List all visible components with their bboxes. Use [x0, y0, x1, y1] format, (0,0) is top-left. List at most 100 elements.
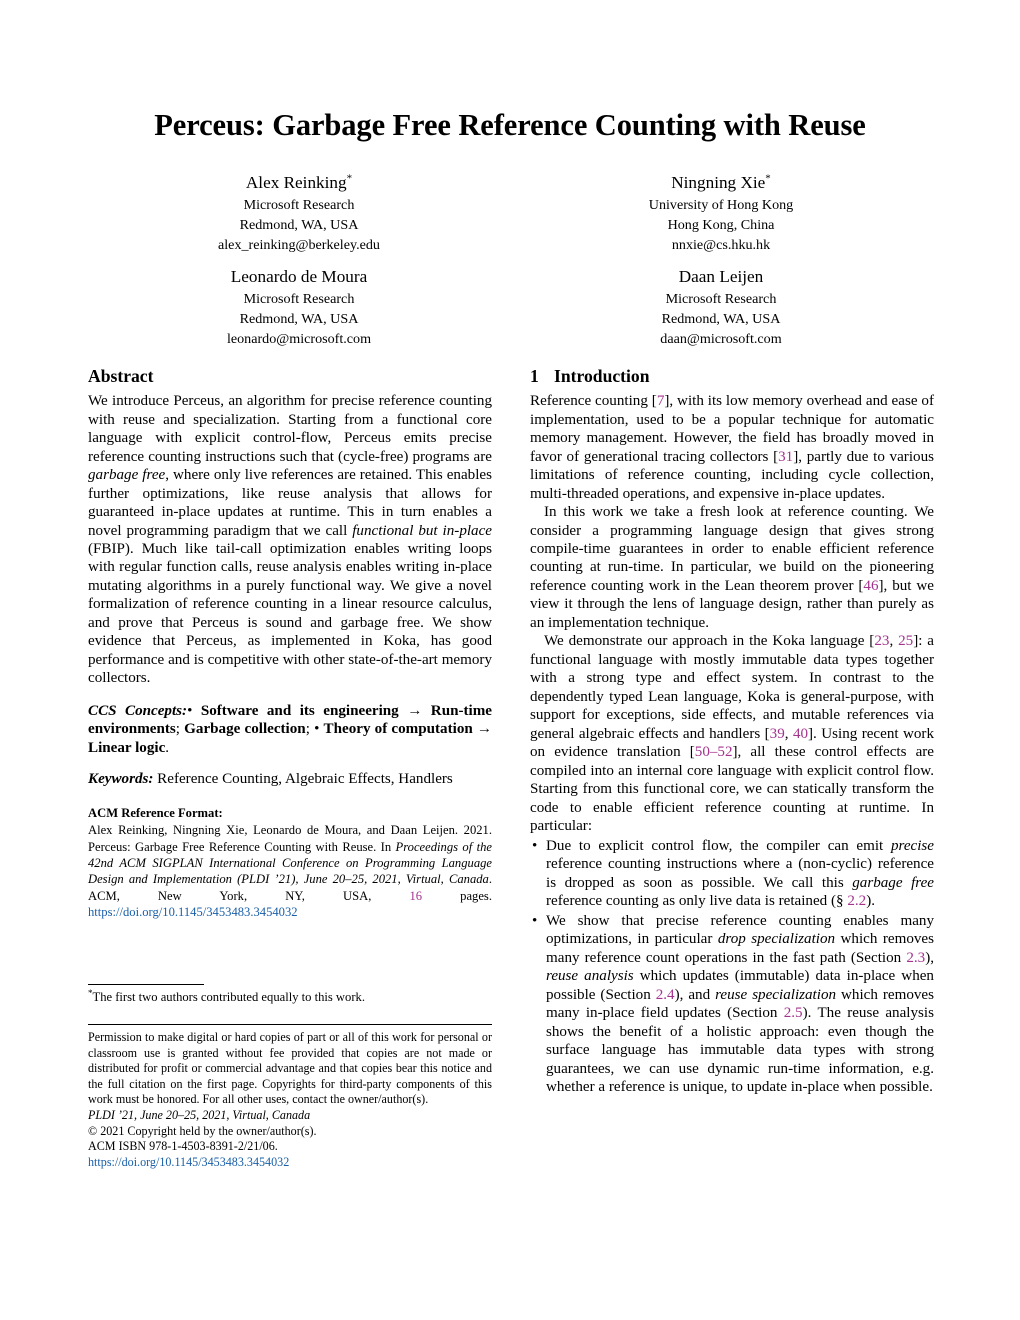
intro-paragraph-3: We demonstrate our approach in the Koka …: [530, 632, 934, 835]
abstract-text-c: (FBIP). Much like tail-call optimization…: [88, 540, 492, 687]
author-email[interactable]: leonardo@microsoft.com: [88, 329, 510, 349]
keywords: Keywords: Reference Counting, Algebraic …: [88, 770, 492, 788]
equal-contribution-footnote: *The first two authors contributed equal…: [88, 988, 492, 1005]
permission-body: Permission to make digital or hard copie…: [88, 1030, 492, 1107]
section-title: Introduction: [554, 366, 650, 386]
ccs-arrow-2: →: [472, 721, 493, 738]
author-footnote-marker: *: [765, 172, 771, 185]
list-item: We show that precise reference counting …: [530, 912, 934, 1097]
bullet2-em-drop-specialization: drop specialization: [717, 931, 836, 948]
author-email[interactable]: daan@microsoft.com: [510, 329, 932, 349]
author-name: Alex Reinking*: [88, 172, 510, 195]
permission-venue: PLDI ’21, June 20–25, 2021, Virtual, Can…: [88, 1107, 311, 1122]
bullet2-e: ), and: [674, 986, 716, 1003]
author-affiliation: Microsoft Research: [243, 290, 355, 307]
author-entry: Alex Reinking* Microsoft Research Redmon…: [88, 172, 510, 255]
permission-copyright: © 2021 Copyright held by the owner/autho…: [88, 1123, 317, 1138]
author-affiliation: Microsoft Research: [243, 196, 355, 213]
abstract-emphasis-fbip: functional but in-place: [352, 522, 492, 539]
author-name: Daan Leijen: [510, 266, 932, 289]
citation-31[interactable]: 31: [778, 449, 793, 465]
abstract-emphasis-garbage-free: garbage free: [88, 467, 166, 484]
ccs-concepts: CCS Concepts:• Software and its engineer…: [88, 702, 492, 757]
author-footnote-marker: *: [346, 172, 353, 185]
section-ref-2-4[interactable]: 2.4: [656, 987, 675, 1003]
section-ref-2-5[interactable]: 2.5: [784, 1005, 803, 1021]
acm-reference-pages[interactable]: 16: [409, 889, 422, 903]
citation-25[interactable]: 25: [898, 633, 913, 649]
ccs-term-4: Theory of computation: [323, 721, 473, 738]
footnote-rule-short: [88, 984, 204, 985]
author-block: Alex Reinking* Microsoft Research Redmon…: [88, 172, 932, 360]
author-location: Hong Kong, China: [667, 216, 775, 233]
acm-reference-heading: ACM Reference Format:: [88, 805, 223, 820]
list-item: Due to explicit control flow, the compil…: [530, 837, 934, 911]
bullet1-c: reference counting as only live data is …: [546, 893, 848, 910]
author-affiliation: University of Hong Kong: [648, 196, 794, 213]
ccs-bullet-2: •: [314, 721, 324, 738]
footnote-text: The first two authors contributed equall…: [92, 990, 365, 1004]
citation-46[interactable]: 46: [863, 578, 878, 594]
author-email[interactable]: nnxie@cs.hku.hk: [510, 235, 932, 255]
keywords-label: Keywords:: [88, 771, 154, 788]
ccs-arrow-1: →: [398, 702, 431, 719]
citation-40[interactable]: 40: [793, 726, 808, 742]
bullet2-em-reuse-analysis: reuse analysis: [546, 968, 634, 985]
permission-block: Permission to make digital or hard copie…: [88, 1030, 492, 1170]
citation-50-52[interactable]: 50–52: [695, 744, 733, 760]
ccs-term-1: Software and its engineering: [200, 702, 399, 719]
section-number: 1: [530, 366, 539, 386]
author-name-text: Alex Reinking: [245, 173, 347, 192]
intro-paragraph-2: In this work we take a fresh look at ref…: [530, 503, 934, 632]
author-entry: Daan Leijen Microsoft Research Redmond, …: [510, 266, 932, 349]
bullet2-em-reuse-specialization: reuse specialization: [715, 986, 837, 1003]
ccs-bullet-1: •: [187, 702, 201, 719]
author-location: Redmond, WA, USA: [239, 216, 359, 233]
permission-isbn: ACM ISBN 978-1-4503-8391-2/21/06.: [88, 1139, 278, 1154]
ccs-sep-2: ;: [305, 721, 315, 738]
citation-23[interactable]: 23: [874, 633, 889, 649]
contribution-list: Due to explicit control flow, the compil…: [530, 837, 934, 1097]
intro-paragraph-1: Reference counting [7], with its low mem…: [530, 392, 934, 503]
author-email[interactable]: alex_reinking@berkeley.edu: [88, 235, 510, 255]
author-name: Ningning Xie*: [510, 172, 932, 195]
keywords-value: Reference Counting, Algebraic Effects, H…: [153, 771, 453, 788]
abstract-text-a: We introduce Perceus, an algorithm for p…: [88, 393, 492, 465]
right-column: 1 Introduction Reference counting [7], wi…: [530, 366, 934, 1097]
paper-page: Perceus: Garbage Free Reference Counting…: [0, 0, 1020, 1320]
citation-39[interactable]: 39: [770, 726, 785, 742]
permission-rule: [88, 1024, 492, 1025]
author-entry: Leonardo de Moura Microsoft Research Red…: [88, 266, 510, 349]
bullet1-a: Due to explicit control flow, the compil…: [546, 837, 891, 854]
ccs-sep-1: ;: [175, 721, 185, 738]
section-ref-2-3[interactable]: 2.3: [906, 950, 925, 966]
acm-reference-format: ACM Reference Format: Alex Reinking, Ning…: [88, 805, 492, 921]
bullet2-c: ),: [925, 949, 934, 966]
intro-p3-d: ,: [784, 725, 793, 742]
intro-p3-a: We demonstrate our approach in the Koka …: [544, 633, 875, 650]
author-entry: Ningning Xie* University of Hong Kong Ho…: [510, 172, 932, 255]
introduction-heading: 1 Introduction: [530, 366, 934, 387]
permission-doi-link[interactable]: https://doi.org/10.1145/3453483.3454032: [88, 1155, 492, 1171]
author-affiliation: Microsoft Research: [665, 290, 777, 307]
acm-reference-text-c: pages.: [422, 888, 492, 903]
author-name: Leonardo de Moura: [88, 266, 510, 289]
bullet1-em-precise: precise: [890, 837, 934, 854]
ccs-label: CCS Concepts:: [88, 702, 188, 719]
bullet1-d: ).: [866, 893, 876, 910]
author-location: Redmond, WA, USA: [239, 310, 359, 327]
ccs-term-5: Linear logic: [88, 739, 166, 756]
author-location: Redmond, WA, USA: [661, 310, 781, 327]
author-name-text: Daan Leijen: [678, 266, 764, 286]
bullet1-em-garbage-free: garbage free: [852, 874, 934, 891]
author-name-text: Ningning Xie: [671, 173, 766, 192]
page-title: Perceus: Garbage Free Reference Counting…: [154, 108, 866, 142]
acm-reference-doi-link[interactable]: https://doi.org/10.1145/3453483.3454032: [88, 905, 298, 919]
abstract-heading: Abstract: [88, 366, 154, 386]
abstract-paragraph: We introduce Perceus, an algorithm for p…: [88, 392, 492, 688]
section-ref-2-2[interactable]: 2.2: [847, 893, 866, 909]
intro-p3-sep: ,: [889, 633, 899, 650]
intro-p1-a: Reference counting [: [530, 393, 657, 410]
ccs-term-3: Garbage collection: [184, 721, 306, 738]
ccs-end: .: [165, 739, 170, 756]
